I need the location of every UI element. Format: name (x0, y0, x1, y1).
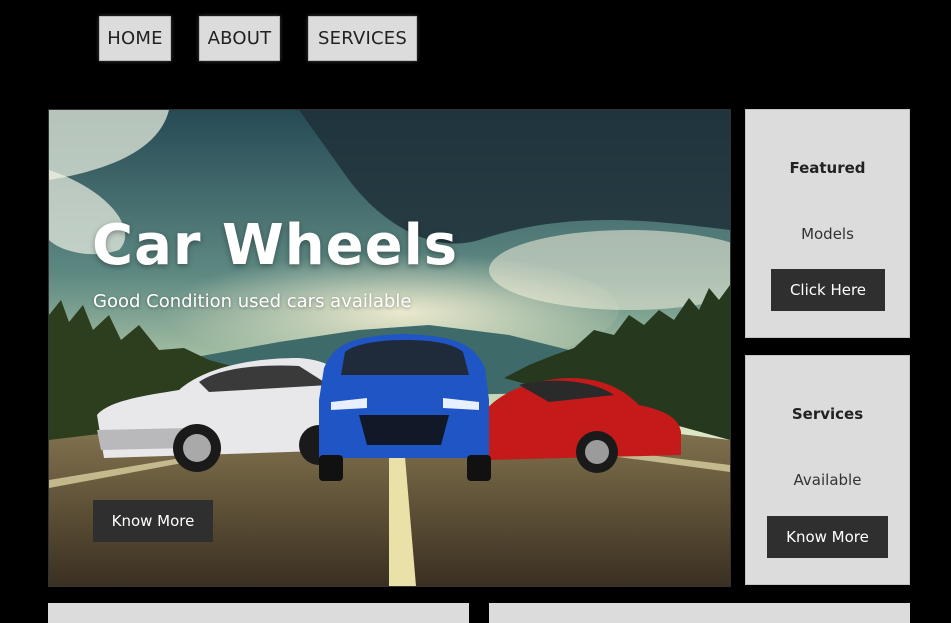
services-card: Services Available Know More (745, 355, 910, 585)
hero-banner: Car Wheels Good Condition used cars avai… (48, 109, 731, 587)
hero-subtitle: Good Condition used cars available (93, 291, 412, 312)
services-know-more-button[interactable]: Know More (767, 516, 888, 558)
featured-card-text: Models (801, 225, 854, 243)
bottom-left-panel (48, 603, 469, 623)
nav-services-button[interactable]: SERVICES (308, 16, 417, 61)
nav-home-button[interactable]: HOME (99, 16, 171, 61)
bottom-right-panel (489, 603, 910, 623)
featured-card-title: Featured (789, 159, 866, 177)
nav-about-button[interactable]: ABOUT (199, 16, 280, 61)
featured-card: Featured Models Click Here (745, 109, 910, 338)
click-here-button[interactable]: Click Here (771, 269, 885, 311)
services-card-text: Available (793, 471, 862, 489)
services-card-title: Services (791, 405, 864, 423)
hero-title: Car Wheels (92, 213, 459, 278)
hero-know-more-button[interactable]: Know More (93, 500, 213, 542)
